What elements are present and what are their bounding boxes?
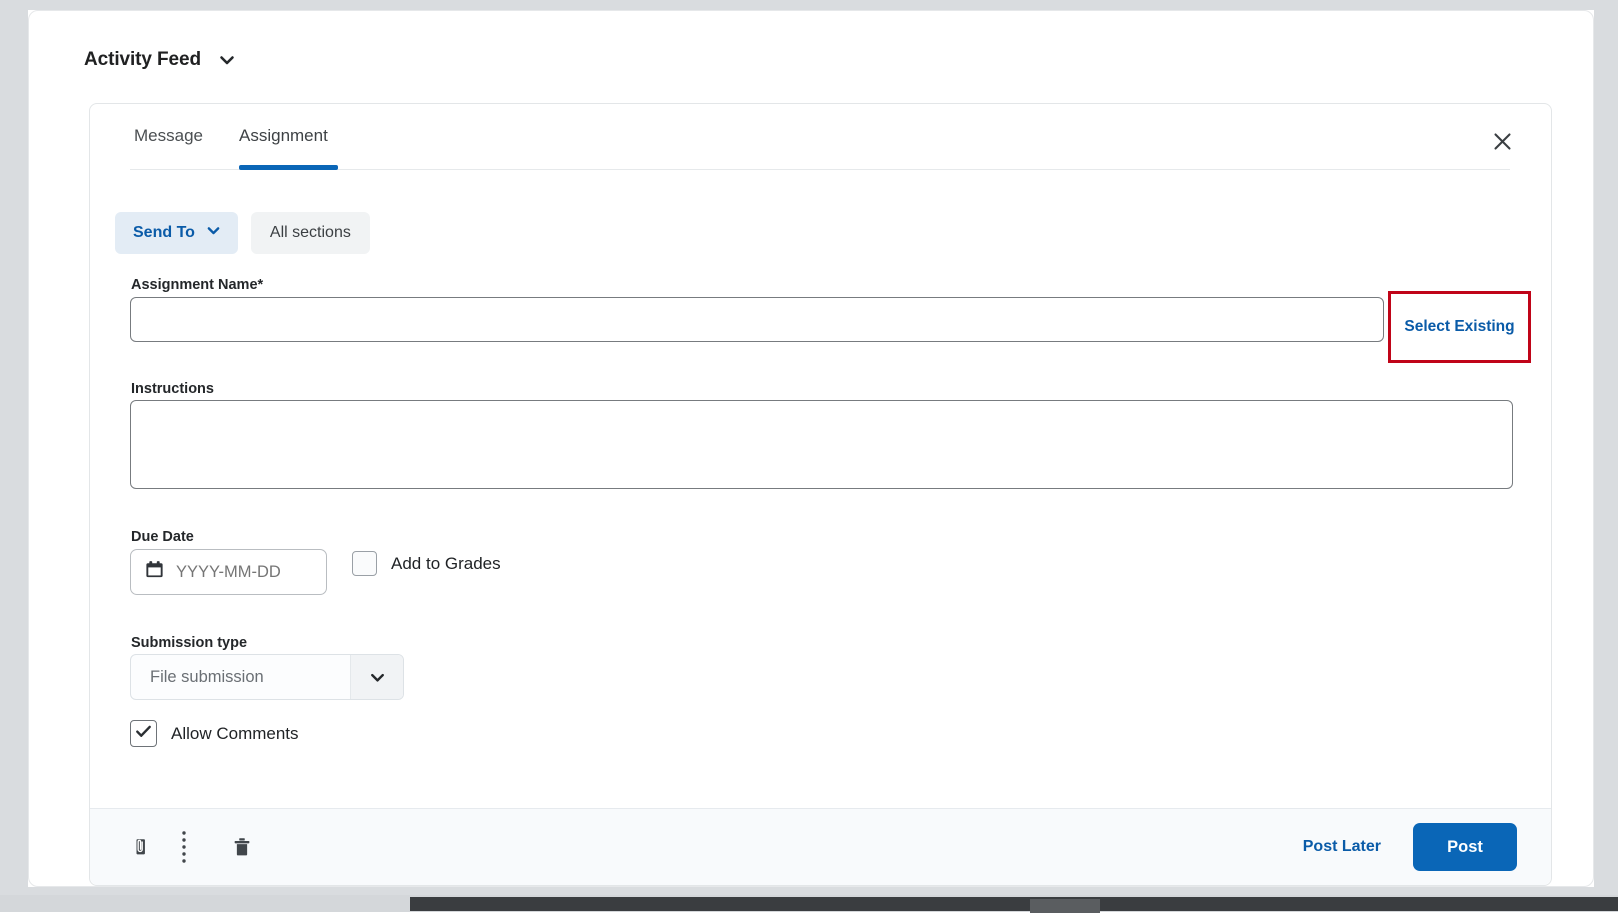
page-title: Activity Feed xyxy=(84,49,201,71)
due-date-input[interactable] xyxy=(174,562,314,583)
chevron-down-icon[interactable] xyxy=(350,655,403,699)
due-date-label: Due Date xyxy=(131,529,194,545)
horizontal-scrollbar-thumb[interactable] xyxy=(410,897,1618,911)
send-to-button[interactable]: Send To xyxy=(115,212,238,254)
select-existing-button[interactable]: Select Existing xyxy=(1398,317,1520,337)
due-date-field[interactable] xyxy=(130,549,327,595)
composer-card: Message Assignment Send To xyxy=(89,103,1552,886)
assignment-name-label-text: Assignment Name xyxy=(131,277,258,293)
add-to-grades-checkbox[interactable] xyxy=(352,551,377,576)
footer-actions-right: Post Later Post xyxy=(1297,823,1517,871)
paperclip-icon[interactable] xyxy=(121,826,163,868)
assignment-name-label: Assignment Name* xyxy=(131,277,263,293)
select-existing-highlight: Select Existing xyxy=(1388,291,1531,363)
assignment-name-input[interactable] xyxy=(130,297,1384,342)
composer-tabs: Message Assignment xyxy=(90,104,1551,171)
composer-body: Send To All sections Assignment Name* Se… xyxy=(90,171,1551,808)
send-to-row: Send To All sections xyxy=(115,212,370,254)
post-later-button[interactable]: Post Later xyxy=(1297,837,1387,857)
kebab-menu-icon[interactable] xyxy=(163,826,205,868)
page-frame: Activity Feed Message Assignment xyxy=(28,10,1594,887)
add-to-grades-checkbox-row[interactable]: Add to Grades xyxy=(352,551,501,576)
submission-type-select[interactable]: File submission xyxy=(130,654,404,700)
close-icon[interactable] xyxy=(1483,122,1521,160)
submission-type-value: File submission xyxy=(131,668,350,687)
post-button[interactable]: Post xyxy=(1413,823,1517,871)
activity-feed-header: Activity Feed xyxy=(84,49,237,71)
calendar-icon xyxy=(144,559,165,585)
instructions-textarea[interactable] xyxy=(130,400,1513,489)
page-gutter-bottom xyxy=(0,887,1618,895)
chevron-down-icon[interactable] xyxy=(217,50,237,70)
horizontal-scrollbar[interactable] xyxy=(0,895,1618,912)
composer-footer: Post Later Post xyxy=(90,808,1551,885)
page-gutter-right xyxy=(1594,0,1618,895)
add-to-grades-label: Add to Grades xyxy=(391,554,501,574)
allow-comments-checkbox[interactable] xyxy=(130,720,157,747)
tab-active-indicator xyxy=(239,165,338,170)
horizontal-scrollbar-thumb-grip[interactable] xyxy=(1030,899,1100,913)
page-gutter-top xyxy=(0,0,1618,10)
trash-icon[interactable] xyxy=(221,826,263,868)
page-gutter-left xyxy=(0,0,28,895)
tab-assignment[interactable]: Assignment xyxy=(239,126,328,166)
send-to-label: Send To xyxy=(133,224,195,242)
all-sections-chip[interactable]: All sections xyxy=(251,212,370,254)
required-marker: * xyxy=(258,277,264,293)
instructions-label: Instructions xyxy=(131,381,214,397)
footer-actions-left xyxy=(121,826,263,868)
tab-message[interactable]: Message xyxy=(134,126,203,166)
check-icon xyxy=(134,722,153,746)
allow-comments-checkbox-row[interactable]: Allow Comments xyxy=(130,720,299,747)
chevron-down-icon xyxy=(205,222,222,244)
submission-type-label: Submission type xyxy=(131,635,247,651)
allow-comments-label: Allow Comments xyxy=(171,724,299,744)
